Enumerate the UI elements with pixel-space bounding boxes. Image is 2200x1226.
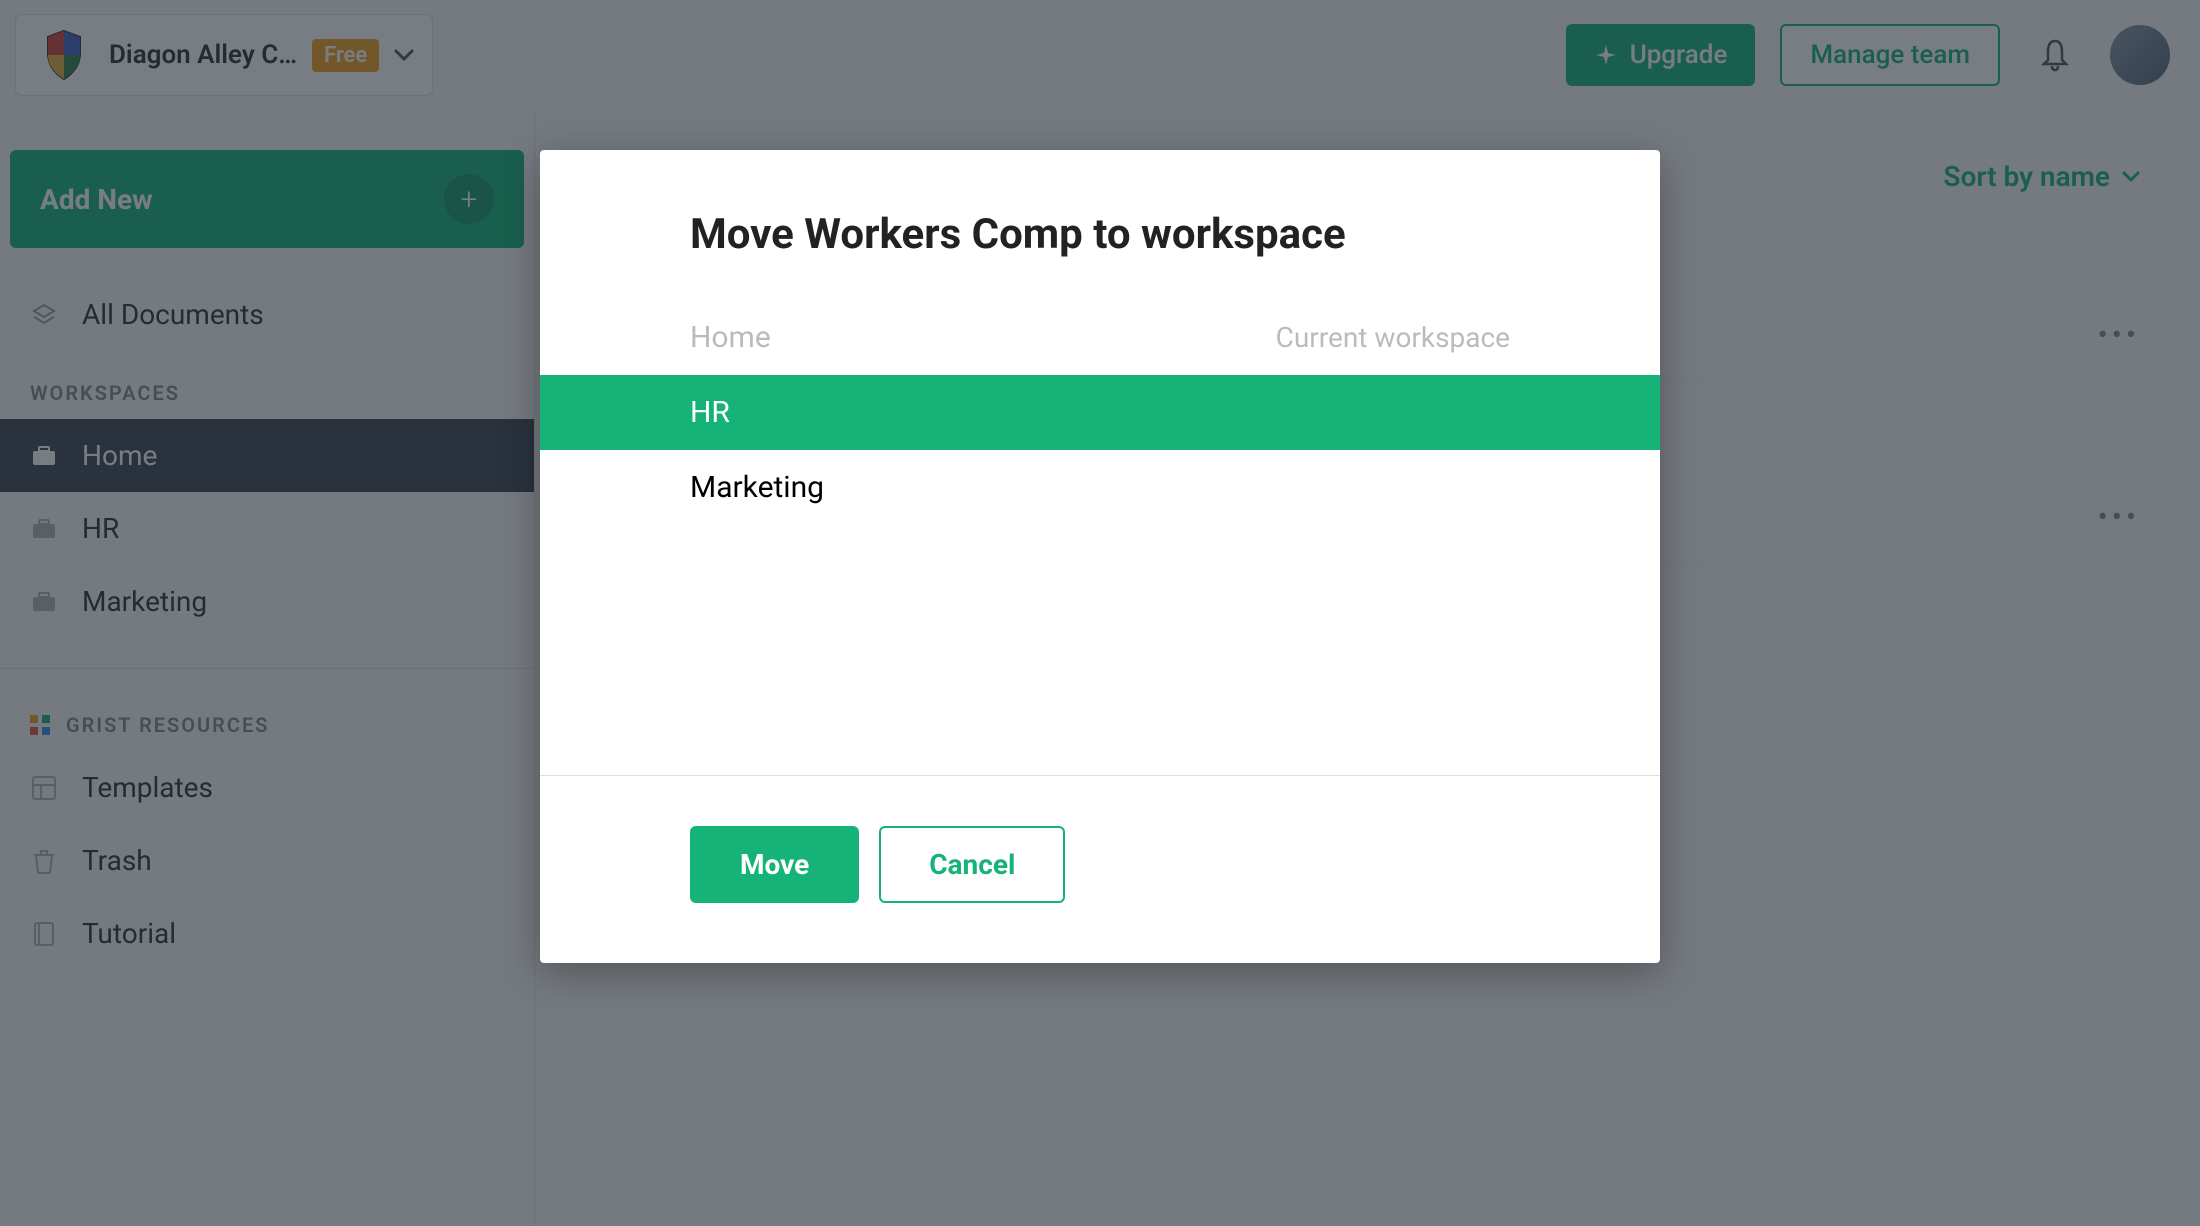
workspace-option-label: Home [690,320,771,355]
modal-title: Move Workers Comp to workspace [540,150,1660,299]
modal-buttons: Move Cancel [540,776,1660,963]
workspace-option-marketing[interactable]: Marketing [540,450,1660,525]
workspace-option-label: HR [690,395,730,430]
move-workspace-modal: Move Workers Comp to workspace Home Curr… [540,150,1660,963]
cancel-button[interactable]: Cancel [879,826,1065,903]
workspace-list: Home Current workspace HR Marketing [540,299,1660,525]
modal-overlay[interactable]: Move Workers Comp to workspace Home Curr… [0,0,2200,1226]
move-button[interactable]: Move [690,826,859,903]
workspace-option-home: Home Current workspace [540,300,1660,375]
workspace-option-label: Marketing [690,470,824,505]
current-workspace-note: Current workspace [1276,321,1510,354]
workspace-option-hr[interactable]: HR [540,375,1660,450]
